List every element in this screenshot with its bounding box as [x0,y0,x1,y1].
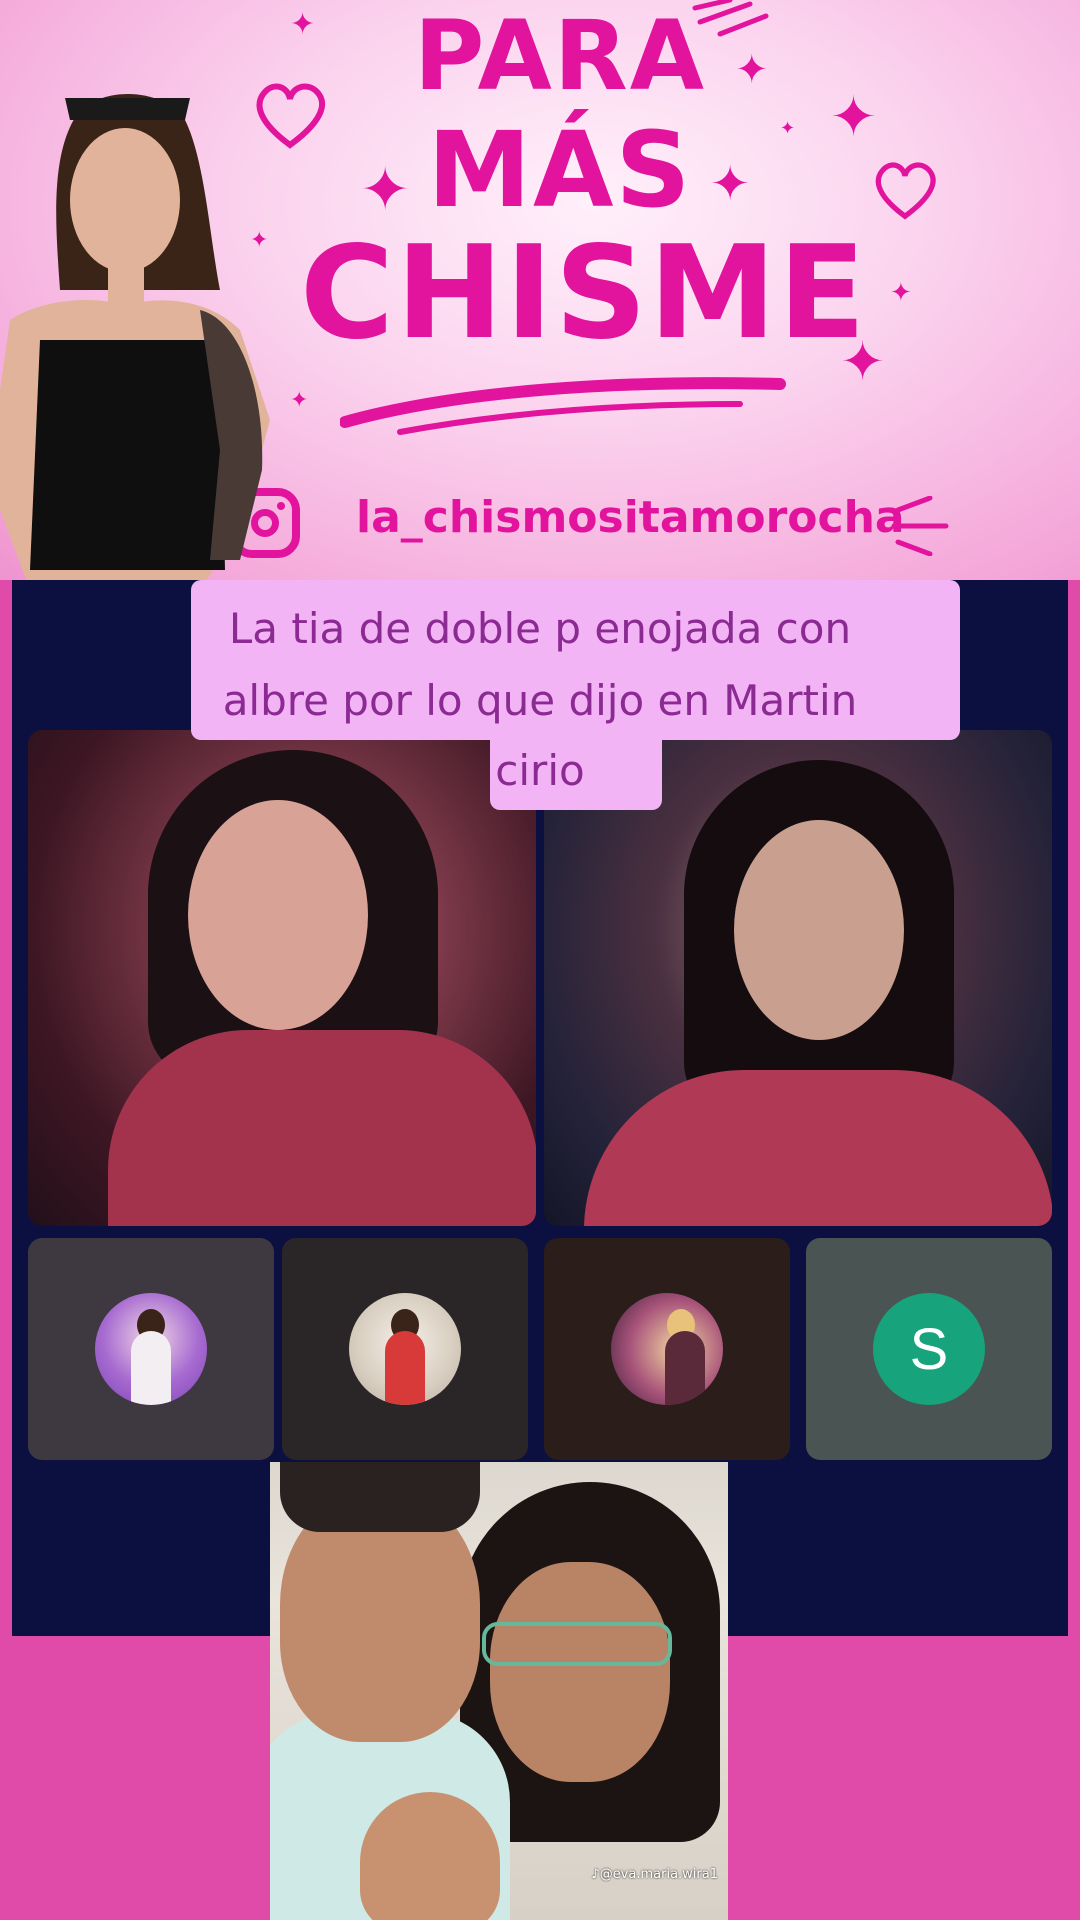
sparkle-icon: ✦ [890,278,912,308]
caption-overlay: La tia de doble p enojada con albre por … [0,580,1080,810]
photo-hand [360,1792,500,1920]
avatar-photo-body [385,1331,425,1405]
sparkle-icon: ✦ [290,388,309,413]
glasses-icon [482,1622,672,1666]
headline-line-1: PARA [413,0,707,112]
caption-line-3: cirio [495,746,585,795]
avatar [611,1293,723,1405]
participant-face [188,800,368,1030]
photo-person-hair [280,1462,480,1532]
caption-line-2: albre por lo que dijo en Martin [222,676,858,725]
promo-banner: ✦ ✦ ✦ ✦ ✦ ✦ ✦ ✦ ✦ ✦ PARA MÁS CHISME la_c… [0,0,1080,580]
sparkle-icon: ✦ [830,85,877,150]
inset-photo: ♪@eva.maria.wira1 [270,1462,728,1920]
avatar-photo-body [131,1331,171,1405]
flourish-icon [891,496,949,556]
tiktok-watermark: ♪@eva.maria.wira1 [591,1867,718,1882]
headline-line-2: MÁS [427,109,693,231]
instagram-handle: la_chismositamorocha [356,492,905,543]
tiktok-icon: ♪ [591,1867,600,1882]
instagram-handle-row[interactable]: la_chismositamorocha [230,488,950,568]
underline-stroke [340,377,786,435]
participant-face [734,820,904,1040]
avatar-photo-body [665,1331,705,1405]
participant-audio-tile[interactable] [28,1238,274,1460]
presenter-image [0,93,270,580]
caption-line-1: La tia de doble p enojada con [228,604,852,653]
tiktok-handle: @eva.maria.wira1 [599,1867,718,1882]
participant-clothing [108,1030,536,1226]
participant-audio-tile[interactable] [282,1238,528,1460]
heart-icon [875,162,936,220]
photo-person-face [490,1562,670,1782]
avatar [95,1293,207,1405]
avatar-initial: S [873,1293,985,1405]
participant-audio-tile[interactable] [544,1238,790,1460]
avatar [349,1293,461,1405]
headline-line-3: CHISME [300,219,868,368]
participant-audio-tile[interactable]: S [806,1238,1052,1460]
participant-clothing [584,1070,1052,1226]
